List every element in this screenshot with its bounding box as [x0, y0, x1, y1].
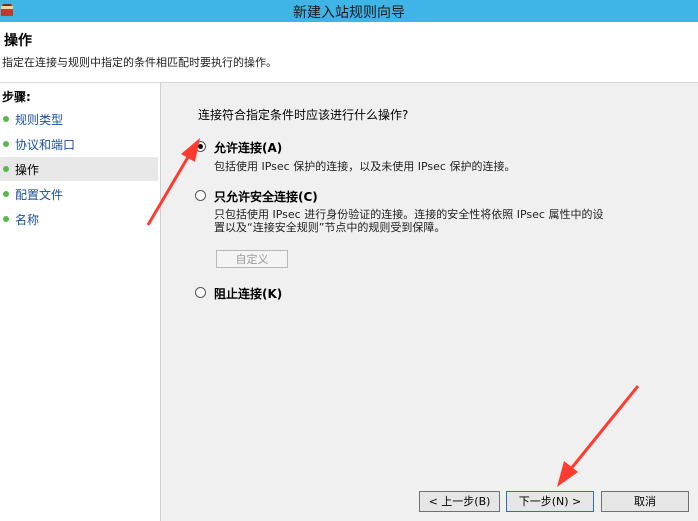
sidebar-item-label: 规则类型: [15, 113, 64, 127]
sidebar-item-label: 操作: [15, 163, 40, 177]
step-bullet-icon: [3, 116, 9, 122]
block-connection-label[interactable]: 阻止连接(K): [214, 285, 282, 302]
block-connection-radio[interactable]: [195, 287, 206, 298]
steps-heading: 步骤:: [2, 90, 31, 104]
secure-connection-description-line1: 只包括使用 IPsec 进行身份验证的连接。连接的安全性将依照 IPsec 属性…: [214, 208, 604, 221]
cancel-button[interactable]: 取消: [601, 491, 689, 512]
secure-connection-description-line2: 置以及“连接安全规则”节点中的规则受到保障。: [214, 221, 446, 234]
sidebar-item-protocol-ports[interactable]: 协议和端口: [0, 132, 158, 156]
action-question: 连接符合指定条件时应该进行什么操作?: [198, 108, 409, 122]
window-title: 新建入站规则向导: [293, 5, 405, 21]
sidebar-item-profile[interactable]: 配置文件: [0, 182, 158, 206]
next-button[interactable]: 下一步(N) >: [506, 491, 594, 512]
sidebar-item-action[interactable]: 操作: [0, 157, 158, 181]
step-bullet-icon: [3, 216, 9, 222]
sidebar-item-label: 协议和端口: [15, 138, 76, 152]
allow-connection-description: 包括使用 IPsec 保护的连接，以及未使用 IPsec 保护的连接。: [214, 160, 516, 173]
page-title: 操作: [4, 33, 32, 49]
sidebar-item-label: 配置文件: [15, 188, 64, 202]
sidebar-item-label: 名称: [15, 213, 40, 227]
main-panel: 连接符合指定条件时应该进行什么操作? 允许连接(A) 包括使用 IPsec 保护…: [161, 83, 698, 521]
secure-connection-label[interactable]: 只允许安全连接(C): [214, 188, 318, 205]
allow-connection-label[interactable]: 允许连接(A): [214, 139, 282, 156]
sidebar-item-name[interactable]: 名称: [0, 207, 158, 231]
back-button[interactable]: < 上一步(B): [419, 491, 500, 512]
title-bar: 新建入站规则向导: [0, 0, 698, 22]
customize-button[interactable]: 自定义: [216, 250, 288, 268]
step-bullet-icon: [3, 191, 9, 197]
step-bullet-icon: [3, 166, 9, 172]
allow-connection-radio[interactable]: [195, 141, 206, 152]
sidebar-item-rule-type[interactable]: 规则类型: [0, 107, 158, 131]
page-header: 操作 指定在连接与规则中指定的条件相匹配时要执行的操作。: [0, 22, 698, 83]
step-bullet-icon: [3, 141, 9, 147]
steps-sidebar: 步骤: 规则类型 协议和端口 操作 配置文件 名称: [0, 83, 161, 521]
secure-connection-radio[interactable]: [195, 190, 206, 201]
page-subtitle: 指定在连接与规则中指定的条件相匹配时要执行的操作。: [2, 56, 277, 69]
